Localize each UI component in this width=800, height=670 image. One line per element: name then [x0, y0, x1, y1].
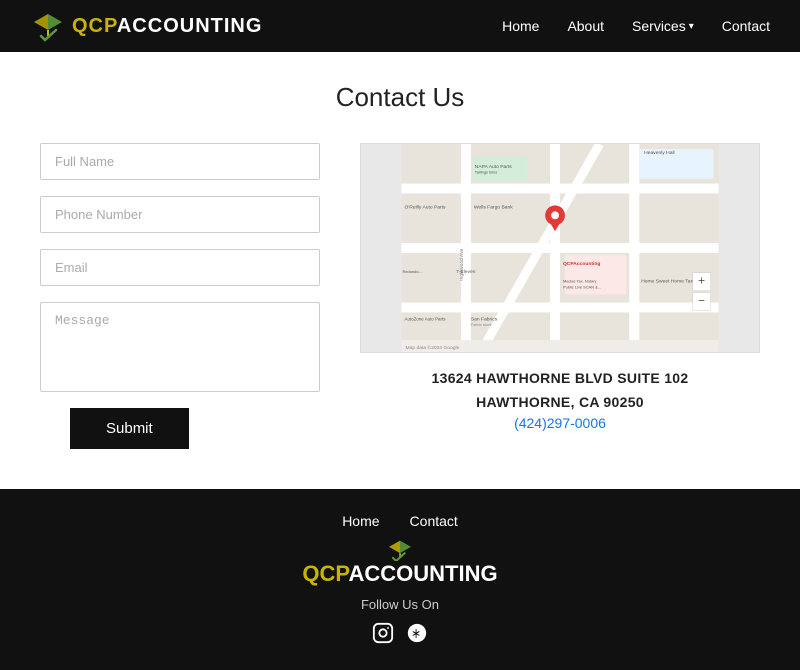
map-section: NAPA Auto Parts Tallings Bros Wells Farg…: [360, 143, 760, 433]
logo: QCPACCOUNTING: [30, 8, 262, 44]
footer-nav-contact[interactable]: Contact: [410, 513, 458, 529]
nav-home[interactable]: Home: [502, 18, 539, 34]
page-title: Contact Us: [40, 82, 760, 113]
svg-text:Map data ©2024 Google: Map data ©2024 Google: [405, 344, 459, 351]
svg-text:−: −: [698, 293, 705, 307]
svg-text:Redondo...: Redondo...: [403, 269, 422, 274]
footer-logo-text: QCPACCOUNTING: [302, 561, 497, 587]
address-block: 13624 HAWTHORNE BLVD SUITE 102 HAWTHORNE…: [432, 367, 689, 433]
header: QCPACCOUNTING Home About Services ▾ Cont…: [0, 0, 800, 52]
footer-nav: Home Contact: [342, 513, 458, 529]
phone-link[interactable]: (424)297-0006: [514, 415, 606, 431]
contact-form: Submit: [40, 143, 320, 449]
address-line2: HAWTHORNE, CA 90250: [432, 391, 689, 415]
instagram-icon[interactable]: [372, 622, 394, 650]
map-container[interactable]: NAPA Auto Parts Tallings Bros Wells Farg…: [360, 143, 760, 353]
nav-services[interactable]: Services ▾: [632, 18, 694, 34]
svg-text:QCPAccounting: QCPAccounting: [563, 261, 601, 267]
footer-logo: QCPACCOUNTING: [302, 539, 497, 587]
chevron-down-icon: ▾: [689, 21, 694, 32]
svg-text:Inglewood Ave: Inglewood Ave: [459, 248, 465, 280]
message-input[interactable]: [40, 302, 320, 392]
svg-text:Tallings Bros: Tallings Bros: [475, 170, 497, 175]
yelp-icon[interactable]: [406, 622, 428, 650]
svg-text:Macias Tax, Notary: Macias Tax, Notary: [563, 279, 597, 284]
phone-input[interactable]: [40, 196, 320, 233]
submit-button[interactable]: Submit: [70, 408, 189, 449]
social-icons: [372, 622, 428, 650]
svg-text:Heavenly Hall: Heavenly Hall: [644, 150, 674, 156]
follow-us-label: Follow Us On: [361, 597, 439, 612]
address-line1: 13624 HAWTHORNE BLVD SUITE 102: [432, 367, 689, 391]
nav-about[interactable]: About: [567, 18, 604, 34]
svg-text:AutoZone Auto Parts: AutoZone Auto Parts: [404, 316, 446, 321]
nav-contact[interactable]: Contact: [722, 18, 770, 34]
svg-text:Public Live SCAN &...: Public Live SCAN &...: [563, 285, 601, 290]
svg-text:Wells Fargo Bank: Wells Fargo Bank: [474, 204, 513, 210]
svg-text:Fabric store: Fabric store: [471, 322, 493, 327]
footer: Home Contact QCPACCOUNTING Follow Us On: [0, 489, 800, 670]
footer-logo-icon: [385, 539, 415, 561]
svg-text:O'Reilly Auto Parts: O'Reilly Auto Parts: [404, 204, 446, 210]
logo-icon: [30, 8, 66, 44]
main-content: Contact Us Submit: [0, 52, 800, 489]
contact-layout: Submit: [40, 143, 760, 449]
main-nav: Home About Services ▾ Contact: [502, 18, 770, 34]
logo-text: QCPACCOUNTING: [72, 15, 262, 38]
full-name-input[interactable]: [40, 143, 320, 180]
svg-text:+: +: [698, 274, 705, 288]
footer-nav-home[interactable]: Home: [342, 513, 379, 529]
svg-text:Home Sweet Home Taxes: Home Sweet Home Taxes: [641, 279, 699, 285]
email-input[interactable]: [40, 249, 320, 286]
